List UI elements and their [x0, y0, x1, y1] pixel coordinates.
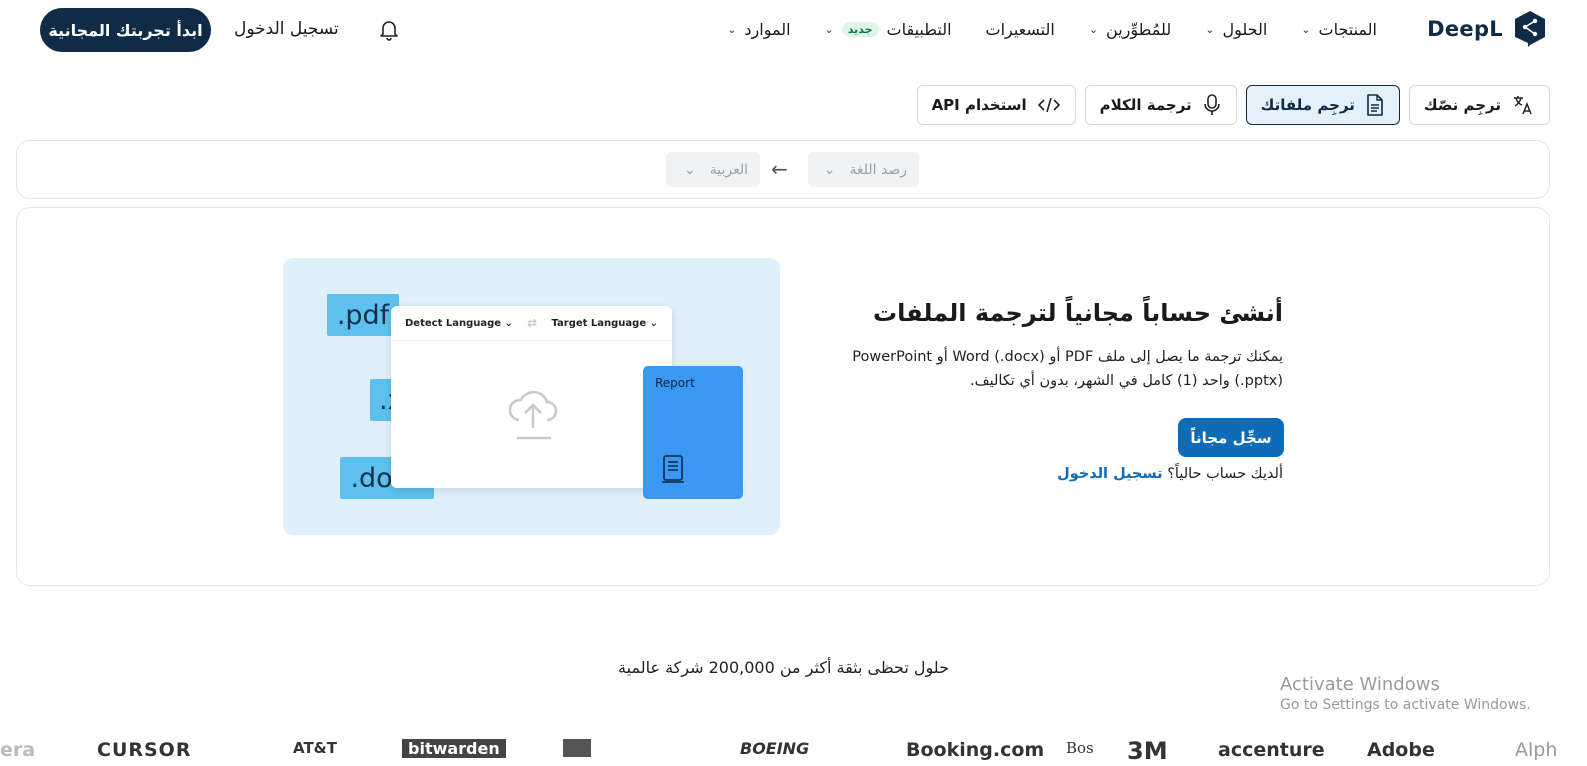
arrow-left-icon[interactable]: ←: [771, 157, 788, 181]
source-language-select[interactable]: رصد اللغة ⌄: [808, 152, 919, 187]
code-icon: [1037, 97, 1060, 113]
customer-logo: Alph: [1515, 739, 1558, 761]
file-translation-card: [16, 207, 1550, 586]
translate-icon: [1514, 96, 1532, 115]
document-icon: [662, 455, 684, 483]
report-document: Report: [643, 366, 743, 499]
have-account-text: ألديك حساب حالياً؟ تسجيل الدخول: [1057, 466, 1283, 482]
mock-source-lang: Detect Language ⌄: [405, 317, 513, 329]
cloud-upload-icon: [508, 390, 558, 440]
promo-login-link[interactable]: تسجيل الدخول: [1057, 466, 1162, 482]
microphone-icon: [1203, 94, 1220, 115]
main-nav: المنتجات ⌄ الحلول ⌄ للمُطوِّرين ⌄ التسعيرات…: [727, 20, 1377, 39]
nav-item-products[interactable]: المنتجات ⌄: [1301, 20, 1377, 39]
customer-logo: bitwarden: [402, 739, 506, 758]
source-language-label: رصد اللغة: [849, 161, 908, 178]
customer-logo: AT&T: [293, 739, 337, 757]
mock-translator-window: Detect Language ⌄ ⇄ Target Language ⌄: [391, 306, 672, 488]
customer-logo: 3M: [1127, 737, 1168, 765]
customer-logo: Bos: [1066, 739, 1094, 757]
target-language-select[interactable]: العربية ⌄: [666, 152, 760, 187]
tab-label: ترجِم نصّك: [1423, 96, 1501, 114]
signup-button[interactable]: سجِّل مجاناً: [1178, 418, 1284, 457]
customer-logo: era: [0, 739, 36, 761]
report-label: Report: [655, 376, 695, 390]
nav-item-pricing[interactable]: التسعيرات: [986, 20, 1055, 39]
deepl-logo-icon: [1515, 11, 1545, 47]
target-language-label: العربية: [709, 161, 748, 178]
customer-logo: Adobe: [1367, 739, 1435, 761]
deepl-logo[interactable]: DeepL: [1427, 10, 1547, 48]
chevron-down-icon: ⌄: [684, 161, 696, 178]
nav-item-apps[interactable]: التطبيقات جديد ⌄: [825, 20, 952, 39]
chevron-down-icon: ⌄: [824, 23, 834, 36]
swap-icon: ⇄: [527, 316, 538, 330]
tab-label: استخدام API: [931, 96, 1027, 114]
nav-label: المنتجات: [1318, 20, 1378, 39]
customer-logos: era CURSOR AT&T bitwarden BOEING Booking…: [0, 737, 1587, 766]
new-badge: جديد: [841, 22, 879, 37]
chevron-down-icon: ⌄: [823, 161, 836, 178]
nav-label: للمُطوِّرين: [1106, 20, 1172, 39]
chevron-down-icon: ⌄: [1301, 23, 1311, 36]
chevron-down-icon: ⌄: [727, 23, 737, 36]
customer-logo: CURSOR: [97, 739, 192, 761]
watermark-title: Activate Windows: [1280, 674, 1440, 695]
nav-item-developers[interactable]: للمُطوِّرين ⌄: [1089, 20, 1171, 39]
customer-logo: BOEING: [740, 739, 810, 758]
customer-logo: [563, 739, 591, 757]
nav-label: الموارد: [744, 20, 791, 39]
tab-translate-files[interactable]: ترجِم ملفاتك: [1245, 85, 1400, 125]
file-icon: [1367, 94, 1383, 116]
tab-label: ترجِم ملفاتك: [1260, 96, 1355, 114]
watermark-subtitle: Go to Settings to activate Windows.: [1280, 697, 1531, 713]
tab-speech[interactable]: ترجمة الكلام: [1084, 85, 1237, 125]
nav-label: التطبيقات: [886, 20, 952, 39]
nav-item-solutions[interactable]: الحلول ⌄: [1205, 20, 1267, 39]
tab-label: ترجمة الكلام: [1099, 96, 1192, 114]
bell-icon[interactable]: [378, 18, 400, 46]
tab-translate-text[interactable]: ترجِم نصّك: [1408, 85, 1550, 125]
customer-logo: accenture: [1218, 739, 1325, 761]
nav-label: التسعيرات: [985, 20, 1055, 39]
mock-target-lang: Target Language ⌄: [551, 317, 658, 329]
tab-api[interactable]: استخدام API: [916, 85, 1076, 125]
login-link[interactable]: تسجيل الدخول: [234, 19, 339, 39]
nav-label: الحلول: [1222, 20, 1268, 39]
chevron-down-icon: ⌄: [1088, 23, 1099, 36]
pdf-chip: .pdf: [327, 294, 399, 336]
promo-heading: أنشئ حساباً مجانياً لترجمة الملفات: [872, 299, 1283, 327]
promo-description: يمكنك ترجمة ما يصل إلى ملف PDF أو Word (…: [852, 349, 1283, 389]
customer-logo: Booking.com: [906, 739, 1045, 761]
chevron-down-icon: ⌄: [1205, 23, 1215, 36]
mode-tabs: ترجِم نصّك ترجِم ملفاتك ترجمة الكلام است…: [916, 85, 1550, 125]
start-trial-button[interactable]: ابدأ تجربتك المجانية: [40, 8, 211, 52]
windows-activation-watermark: Activate Windows Go to Settings to activ…: [1280, 674, 1531, 713]
mock-window-header: Detect Language ⌄ ⇄ Target Language ⌄: [391, 306, 672, 341]
nav-item-resources[interactable]: الموارد ⌄: [727, 20, 790, 39]
have-account-label: ألديك حساب حالياً؟: [1167, 466, 1283, 482]
brand-name: DeepL: [1427, 17, 1503, 41]
